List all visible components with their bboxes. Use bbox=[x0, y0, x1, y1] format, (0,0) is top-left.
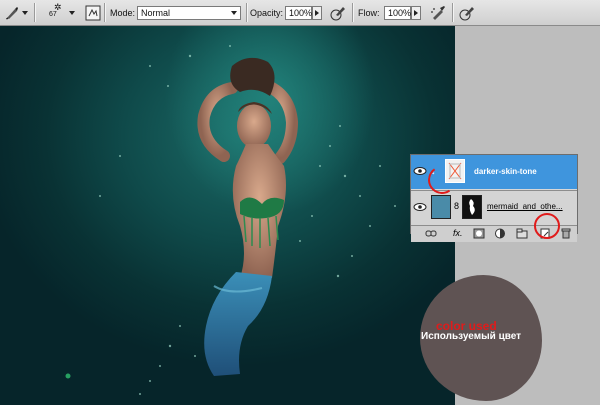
opacity-value: 100% bbox=[289, 7, 313, 18]
brush-panel-toggle-icon[interactable] bbox=[85, 0, 101, 25]
mode-select[interactable]: Normal bbox=[137, 5, 241, 20]
tool-preset-dropdown-arrow[interactable] bbox=[22, 0, 28, 25]
mermaid-artwork-image bbox=[65, 45, 396, 395]
layer-mask-thumbnail[interactable] bbox=[462, 195, 482, 219]
flow-slider-button[interactable] bbox=[411, 5, 421, 20]
brush-tool-icon[interactable] bbox=[4, 0, 20, 25]
trash-icon[interactable] bbox=[560, 228, 572, 239]
options-bar: ✲ 67 Mode: Normal Opacity: 100% Flow: 10… bbox=[0, 0, 600, 26]
opacity-label: Opacity: bbox=[250, 7, 284, 18]
mode-label: Mode: bbox=[110, 7, 136, 18]
layer-name: mermaid_and_othe... bbox=[487, 202, 563, 211]
flow-field[interactable]: 100% bbox=[384, 5, 412, 20]
eye-icon[interactable] bbox=[413, 200, 427, 214]
add-mask-icon[interactable] bbox=[473, 228, 485, 239]
brush-picker-arrow[interactable] bbox=[69, 0, 75, 25]
eye-icon[interactable] bbox=[413, 164, 427, 178]
layer-name: darker-skin-tone bbox=[474, 167, 537, 176]
flow-value: 100% bbox=[388, 7, 412, 18]
link-layers-icon[interactable] bbox=[425, 228, 437, 239]
layer-thumbnail[interactable] bbox=[431, 195, 451, 219]
color-used-label-ru: Используемый цвет bbox=[421, 331, 522, 342]
fx-icon[interactable]: fx. bbox=[453, 228, 465, 239]
annotation-circle-new-layer bbox=[534, 213, 560, 239]
airbrush-icon[interactable] bbox=[430, 0, 446, 25]
tablet-opacity-pressure-icon[interactable] bbox=[330, 0, 346, 25]
tablet-size-pressure-icon[interactable] bbox=[459, 0, 475, 25]
opacity-field[interactable]: 100% bbox=[285, 5, 313, 20]
adjustment-layer-icon[interactable] bbox=[494, 228, 506, 239]
chain-link-icon: 8 bbox=[454, 201, 460, 211]
flow-label: Flow: bbox=[358, 7, 380, 18]
brush-size-value[interactable]: 67 bbox=[49, 11, 57, 18]
mode-select-value: Normal bbox=[141, 7, 171, 18]
chevron-down-icon bbox=[231, 10, 237, 15]
new-group-icon[interactable] bbox=[516, 228, 528, 239]
opacity-slider-button[interactable] bbox=[312, 5, 322, 20]
document-canvas[interactable] bbox=[0, 26, 455, 405]
